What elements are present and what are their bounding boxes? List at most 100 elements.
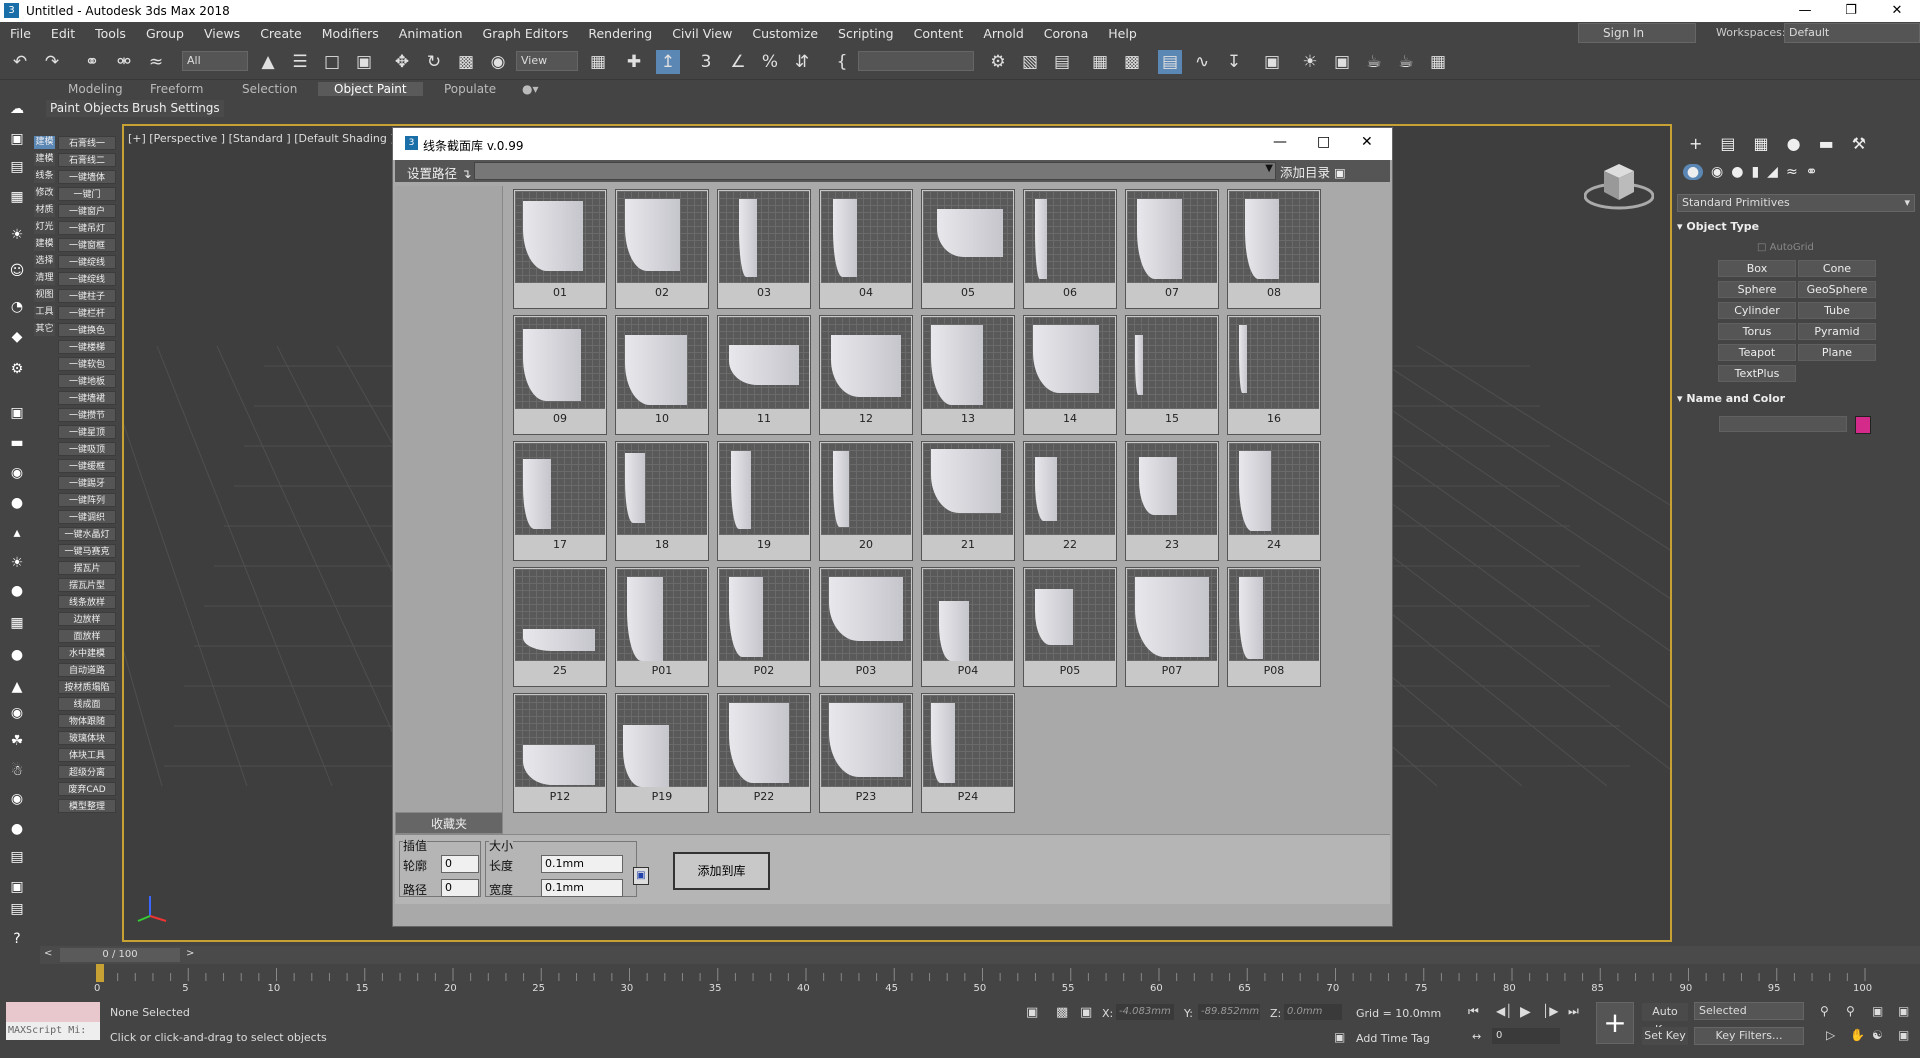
systems-icon[interactable]: ⚭ [1806,164,1818,180]
layer-explorer-icon[interactable]: ▩ [1120,50,1144,74]
object-type-rollout[interactable]: ▾ Object Type [1677,220,1759,233]
tool-button[interactable]: 一键调织 [58,510,116,524]
profile-tile[interactable]: P23 [819,693,913,813]
time-slider[interactable] [40,946,1920,964]
spline-icon[interactable]: ☘ [6,730,28,752]
profile-tile[interactable]: 17 [513,441,607,561]
select-by-name-icon[interactable]: ☰ [288,50,312,74]
y-coord-field[interactable]: -89.852mm [1198,1004,1260,1020]
profile-tile[interactable]: P07 [1125,567,1219,687]
key-mode-icon[interactable]: ↔ [1472,1030,1481,1043]
helpers-icon[interactable]: ◢ [1767,164,1778,180]
tool-button[interactable]: 超级分离 [58,765,116,779]
set-key-icon[interactable]: + [1596,1002,1634,1044]
tool-button[interactable]: 线成面 [58,697,116,711]
curve-editor-icon[interactable]: ∿ [1190,50,1214,74]
tool-button[interactable]: 摆瓦片型 [58,578,116,592]
plane-button[interactable]: Plane [1798,344,1876,361]
category-list[interactable] [395,186,503,832]
width-spinner[interactable]: 0.1mm [541,879,623,897]
profile-tile[interactable]: P19 [615,693,709,813]
pan-icon[interactable]: ✋ [1850,1028,1865,1042]
rect-selection-icon[interactable]: □ [320,50,344,74]
menu-animation[interactable]: Animation [389,26,473,41]
category-9[interactable]: 视图 [34,289,55,302]
scale-icon[interactable]: ▩ [454,50,478,74]
profile-tile[interactable]: 22 [1023,441,1117,561]
align-icon[interactable]: ▧ [1018,50,1042,74]
track-bar[interactable] [60,964,1920,998]
render-frame-icon[interactable]: ▣ [1330,50,1354,74]
restore-icon[interactable]: ❐ [1828,0,1874,22]
pivot-icon[interactable]: ☺ [6,260,28,282]
tool-button[interactable]: 水中建模 [58,646,116,660]
spinner-snap-icon[interactable]: ⇵ [790,50,814,74]
angle-snap-icon[interactable]: ∠ [726,50,750,74]
sphere-icon[interactable]: ◉ [6,462,28,484]
teapot-icon[interactable]: ☁ [6,98,28,120]
pivot-icon[interactable]: ▦ [586,50,610,74]
utilities-tab-icon[interactable]: ⚒ [1852,134,1866,153]
profile-tile[interactable]: 12 [819,315,913,435]
textplus-button[interactable]: TextPlus [1718,365,1796,382]
tool-button[interactable]: 一键阵列 [58,493,116,507]
maxscript-listener-output[interactable] [6,1002,100,1022]
tool-button[interactable]: 一键柱子 [58,289,116,303]
play-icon[interactable]: ▶ [1520,1004,1531,1020]
menu-modifiers[interactable]: Modifiers [312,26,389,41]
primitives-dropdown[interactable]: Standard Primitives ▾ [1677,194,1915,212]
menu-views[interactable]: Views [194,26,250,41]
geometry-icon[interactable]: ● [1683,164,1703,180]
tool-button[interactable]: 一键窗框 [58,238,116,252]
dialog-close-icon[interactable]: ✕ [1361,134,1373,150]
zoom-extents-all-icon[interactable]: ▣ [1898,1004,1909,1018]
profile-tile[interactable]: 02 [615,189,709,309]
torus-button[interactable]: Torus [1718,323,1796,340]
teapot-button[interactable]: Teapot [1718,344,1796,361]
hair-icon[interactable]: ● [6,818,28,840]
tab-selection[interactable]: Selection [242,82,297,96]
profile-tile[interactable]: 09 [513,315,607,435]
layer-icon[interactable]: ▤ [1050,50,1074,74]
profile-tile[interactable]: 10 [615,315,709,435]
menu-scripting[interactable]: Scripting [828,26,904,41]
tool-button[interactable]: 一键马赛克 [58,544,116,558]
tool-button[interactable]: 石膏线一 [58,136,116,150]
selection-lock-icon[interactable]: ▩ [1056,1005,1068,1020]
plant-icon[interactable]: ◉ [6,788,28,810]
cameras-icon[interactable]: ▮ [1751,164,1759,180]
menu-file[interactable]: File [0,26,41,41]
tool-button[interactable]: 玻璃体块 [58,731,116,745]
profile-tile[interactable]: 23 [1125,441,1219,561]
zoom-extents-icon[interactable]: ▣ [1872,1004,1883,1018]
isolate-icon[interactable]: ▣ [1026,1005,1038,1020]
material-editor-icon[interactable]: ▣ [1260,50,1284,74]
category-7[interactable]: 选择 [34,255,55,268]
lights-icon[interactable]: ● [1731,164,1743,180]
tool-button[interactable]: 一键绽线 [58,272,116,286]
modify-icon[interactable]: ▤ [6,156,28,178]
favorites-button[interactable]: 收藏夹 [395,812,503,834]
render-icon[interactable]: ☕ [1362,50,1386,74]
render-cloud-icon[interactable]: ▦ [1426,50,1450,74]
next-frame-icon[interactable]: > [186,948,194,959]
shell-icon[interactable]: ▤ [6,846,28,868]
time-tag-icon[interactable]: ▣ [1334,1030,1345,1044]
category-5[interactable]: 灯光 [34,221,55,234]
sphere2-icon[interactable]: ▴ [6,522,28,544]
tab-modeling[interactable]: Modeling [68,82,123,96]
ball-icon[interactable]: ● [6,644,28,666]
fov-icon[interactable]: ▷ [1826,1028,1835,1042]
profile-tile[interactable]: 03 [717,189,811,309]
help-icon[interactable]: ? [6,928,28,950]
tool-button[interactable]: 自动道路 [58,663,116,677]
profile-tile[interactable]: 04 [819,189,913,309]
add-directory-button[interactable]: 添加目录 ▣ [1280,162,1346,181]
transform-mode-icon[interactable]: ▣ [1080,1005,1092,1020]
zoom-all-icon[interactable]: ⚲ [1846,1004,1855,1018]
prev-key-icon[interactable]: ◀│ [1496,1004,1512,1018]
ribbon-options-icon[interactable]: ●▾ [522,82,539,96]
category-11[interactable]: 其它 [34,323,55,336]
globe-icon[interactable]: ☃ [6,760,28,782]
tool-button[interactable]: 一键攒节 [58,408,116,422]
